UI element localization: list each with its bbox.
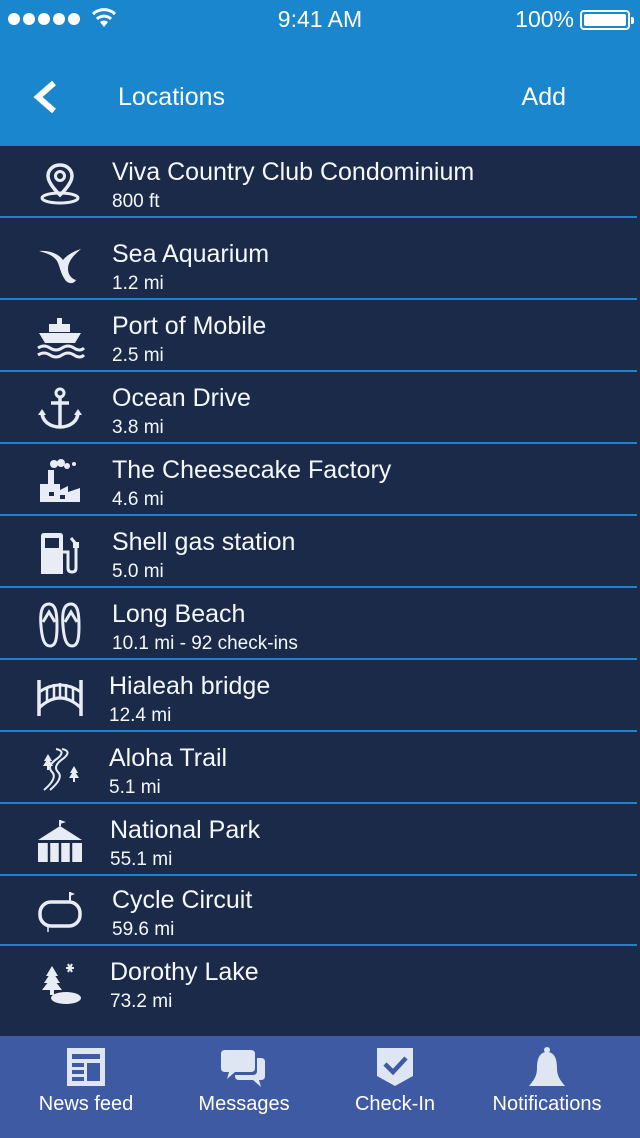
location-name: Cycle Circuit	[112, 886, 253, 914]
location-name: Long Beach	[112, 600, 246, 628]
location-distance: 73.2 mi	[110, 991, 173, 1012]
location-row[interactable]: Port of Mobile 2.5 mi	[0, 300, 640, 372]
battery-percent: 100%	[515, 6, 574, 32]
battery-icon	[580, 10, 634, 30]
location-distance: 5.1 mi	[109, 777, 161, 798]
tab-check-in[interactable]: Check-In	[323, 1036, 467, 1138]
circuit-icon	[34, 888, 86, 934]
trail-icon	[34, 746, 86, 792]
tab-news-feed[interactable]: News feed	[14, 1036, 158, 1138]
location-name: Hialeah bridge	[109, 672, 271, 700]
location-name: Ocean Drive	[112, 384, 251, 412]
bell-icon	[529, 1047, 565, 1086]
location-row[interactable]: Shell gas station 5.0 mi	[0, 516, 640, 588]
location-name: Shell gas station	[112, 528, 296, 556]
location-row[interactable]: Cycle Circuit 59.6 mi	[0, 874, 640, 946]
lake-icon	[34, 960, 86, 1006]
location-distance: 5.0 mi	[112, 561, 164, 582]
location-row[interactable]: Viva Country Club Condominium 800 ft	[0, 146, 640, 218]
locations-list: Viva Country Club Condominium 800 ft Sea…	[0, 146, 640, 1036]
add-button[interactable]: Add	[522, 83, 566, 112]
location-distance: 4.6 mi	[112, 489, 164, 510]
whale-tail-icon	[34, 242, 86, 288]
location-name: Viva Country Club Condominium	[112, 158, 475, 186]
check-badge-icon	[377, 1048, 413, 1086]
tab-label: Notifications	[492, 1093, 602, 1115]
location-row[interactable]: Sea Aquarium 1.2 mi	[0, 228, 640, 300]
location-distance: 3.8 mi	[112, 417, 164, 438]
location-row[interactable]: Ocean Drive 3.8 mi	[0, 372, 640, 444]
tab-label: Messages	[198, 1093, 290, 1115]
location-row[interactable]: Dorothy Lake 73.2 mi	[0, 946, 640, 1018]
map-pin-icon	[34, 160, 86, 206]
chat-bubbles-icon	[221, 1050, 265, 1087]
location-row[interactable]: Aloha Trail 5.1 mi	[0, 732, 640, 804]
location-distance: 59.6 mi	[112, 919, 175, 940]
location-distance: 2.5 mi	[112, 345, 164, 366]
tab-bar: News feed Messages Check-In Notification…	[0, 1036, 640, 1138]
back-chevron-icon[interactable]	[30, 80, 60, 114]
location-name: Port of Mobile	[112, 312, 267, 340]
anchor-icon	[34, 386, 86, 432]
location-row[interactable]: The Cheesecake Factory 4.6 mi	[0, 444, 640, 516]
location-name: Dorothy Lake	[110, 958, 259, 986]
location-distance: 800 ft	[112, 191, 160, 212]
location-row[interactable]: National Park 55.1 mi	[0, 804, 640, 876]
ship-icon	[34, 314, 86, 360]
status-bar: 9:41 AM 100%	[0, 0, 640, 40]
location-name: National Park	[110, 816, 261, 844]
newspaper-icon	[67, 1048, 105, 1086]
location-row[interactable]: Hialeah bridge 12.4 mi	[0, 660, 640, 732]
tab-label: News feed	[38, 1093, 134, 1115]
row-divider	[0, 216, 637, 218]
navigation-bar: Locations Add	[0, 40, 640, 146]
tent-icon	[34, 818, 86, 864]
factory-icon	[34, 458, 86, 504]
bridge-icon	[34, 674, 86, 720]
tab-notifications[interactable]: Notifications	[476, 1036, 618, 1138]
location-name: The Cheesecake Factory	[112, 456, 392, 484]
location-distance: 55.1 mi	[110, 849, 173, 870]
location-distance: 12.4 mi	[109, 705, 172, 726]
location-distance: 10.1 mi - 92 check-ins	[112, 633, 298, 654]
location-row[interactable]: Long Beach 10.1 mi - 92 check-ins	[0, 588, 640, 660]
flip-flops-icon	[34, 602, 86, 648]
tab-messages[interactable]: Messages	[172, 1036, 316, 1138]
gas-pump-icon	[34, 530, 86, 576]
tab-label: Check-In	[354, 1093, 436, 1115]
location-name: Aloha Trail	[109, 744, 228, 772]
location-name: Sea Aquarium	[112, 240, 270, 268]
location-distance: 1.2 mi	[112, 273, 164, 294]
page-title: Locations	[118, 83, 226, 111]
